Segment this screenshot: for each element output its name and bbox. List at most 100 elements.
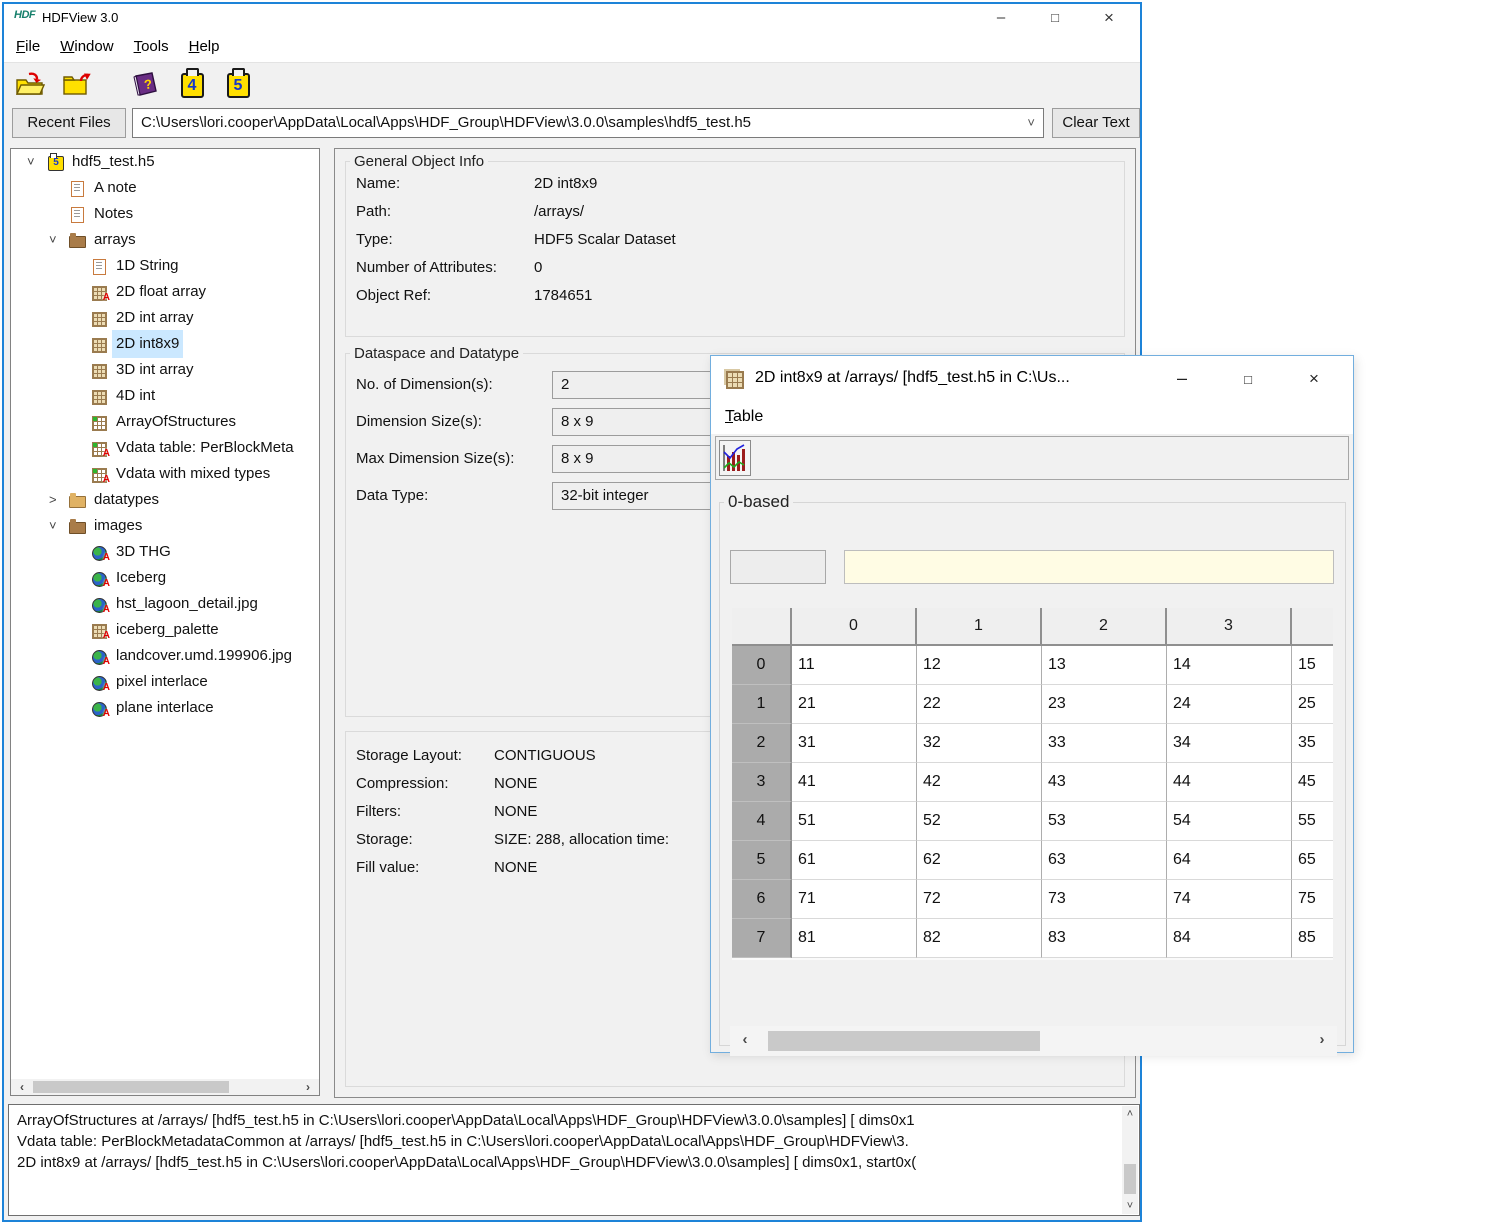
open-file-icon[interactable] bbox=[14, 68, 46, 100]
scroll-right-icon[interactable] bbox=[299, 1079, 317, 1095]
table-window-titlebar[interactable]: 2D int8x9 at /arrays/ [hdf5_test.h5 in C… bbox=[711, 356, 1353, 400]
table-cell[interactable]: 53 bbox=[1042, 802, 1167, 841]
minimize-icon[interactable] bbox=[974, 4, 1028, 32]
table-cell[interactable]: 72 bbox=[917, 880, 1042, 919]
menu-file[interactable]: File bbox=[16, 32, 40, 62]
table-cell[interactable]: 73 bbox=[1042, 880, 1167, 919]
table-cell[interactable]: 15 bbox=[1292, 646, 1333, 685]
cell-editor-field[interactable] bbox=[844, 550, 1334, 584]
table-cell[interactable]: 35 bbox=[1292, 724, 1333, 763]
scroll-thumb[interactable] bbox=[768, 1031, 1040, 1051]
hdf5-icon[interactable]: 5 bbox=[222, 68, 254, 100]
tree-item[interactable]: 3D THG bbox=[11, 539, 319, 565]
tree-item[interactable]: arrays bbox=[11, 227, 319, 253]
column-header[interactable]: 0 bbox=[792, 608, 917, 644]
tree-item[interactable]: Notes bbox=[11, 201, 319, 227]
table-cell[interactable]: 23 bbox=[1042, 685, 1167, 724]
tree-item[interactable]: Iceberg bbox=[11, 565, 319, 591]
table-cell[interactable]: 44 bbox=[1167, 763, 1292, 802]
row-header[interactable]: 7 bbox=[732, 919, 792, 958]
tree-item[interactable]: Vdata table: PerBlockMeta bbox=[11, 435, 319, 461]
table-cell[interactable]: 22 bbox=[917, 685, 1042, 724]
maximize-icon[interactable] bbox=[1215, 356, 1281, 400]
table-cell[interactable]: 64 bbox=[1167, 841, 1292, 880]
close-file-icon[interactable] bbox=[60, 68, 92, 100]
tree-item[interactable]: landcover.umd.199906.jpg bbox=[11, 643, 319, 669]
table-cell[interactable]: 65 bbox=[1292, 841, 1333, 880]
table-cell[interactable]: 62 bbox=[917, 841, 1042, 880]
table-cell[interactable]: 21 bbox=[792, 685, 917, 724]
tree-item[interactable]: A note bbox=[11, 175, 319, 201]
row-header[interactable]: 6 bbox=[732, 880, 792, 919]
table-cell[interactable]: 42 bbox=[917, 763, 1042, 802]
row-header[interactable]: 4 bbox=[732, 802, 792, 841]
tree-chevron-icon[interactable] bbox=[27, 149, 47, 175]
scroll-down-icon[interactable] bbox=[1122, 1199, 1138, 1213]
table-cell[interactable]: 14 bbox=[1167, 646, 1292, 685]
combo-dropdown-icon[interactable] bbox=[1027, 109, 1035, 137]
table-cell[interactable]: 33 bbox=[1042, 724, 1167, 763]
row-header[interactable]: 3 bbox=[732, 763, 792, 802]
main-titlebar[interactable]: HDF HDFView 3.0 bbox=[4, 4, 1140, 32]
scroll-up-icon[interactable] bbox=[1122, 1107, 1138, 1121]
row-header[interactable]: 1 bbox=[732, 685, 792, 724]
table-cell[interactable]: 32 bbox=[917, 724, 1042, 763]
tree-item[interactable]: 3D int array bbox=[11, 357, 319, 383]
scroll-left-icon[interactable] bbox=[736, 1032, 754, 1048]
table-horizontal-scrollbar[interactable] bbox=[730, 1026, 1337, 1056]
table-cell[interactable]: 54 bbox=[1167, 802, 1292, 841]
tree-item[interactable]: ArrayOfStructures bbox=[11, 409, 319, 435]
file-path-combobox[interactable]: C:\Users\lori.cooper\AppData\Local\Apps\… bbox=[132, 108, 1044, 138]
tree-item[interactable]: 4D int bbox=[11, 383, 319, 409]
row-header[interactable]: 2 bbox=[732, 724, 792, 763]
tree-item[interactable]: plane interlace bbox=[11, 695, 319, 721]
tree-horizontal-scrollbar[interactable] bbox=[11, 1079, 319, 1095]
tree-item[interactable]: 2D int8x9 bbox=[11, 331, 319, 357]
table-cell[interactable]: 43 bbox=[1042, 763, 1167, 802]
column-header[interactable]: 2 bbox=[1042, 608, 1167, 644]
hdf4-icon[interactable]: 4 bbox=[176, 68, 208, 100]
column-header[interactable]: 4 bbox=[1292, 608, 1333, 644]
clear-text-button[interactable]: Clear Text bbox=[1052, 108, 1140, 138]
recent-files-button[interactable]: Recent Files bbox=[12, 108, 126, 138]
close-icon[interactable] bbox=[1082, 4, 1136, 32]
help-book-icon[interactable]: ? bbox=[130, 68, 162, 100]
column-header[interactable]: 1 bbox=[917, 608, 1042, 644]
column-header[interactable]: 3 bbox=[1167, 608, 1292, 644]
tree-item[interactable]: datatypes bbox=[11, 487, 319, 513]
tree-item[interactable]: hst_lagoon_detail.jpg bbox=[11, 591, 319, 617]
tree-item[interactable]: images bbox=[11, 513, 319, 539]
tree-item[interactable]: pixel interlace bbox=[11, 669, 319, 695]
table-corner-cell[interactable] bbox=[732, 608, 792, 644]
chart-button[interactable] bbox=[719, 440, 751, 476]
table-cell[interactable]: 83 bbox=[1042, 919, 1167, 958]
tree-item[interactable]: iceberg_palette bbox=[11, 617, 319, 643]
menu-tools[interactable]: Tools bbox=[134, 32, 169, 62]
table-cell[interactable]: 31 bbox=[792, 724, 917, 763]
cell-reference-field[interactable] bbox=[730, 550, 826, 584]
tree-chevron-icon[interactable] bbox=[49, 227, 69, 253]
table-cell[interactable]: 51 bbox=[792, 802, 917, 841]
scroll-thumb[interactable] bbox=[33, 1081, 229, 1093]
table-cell[interactable]: 45 bbox=[1292, 763, 1333, 802]
scroll-right-icon[interactable] bbox=[1313, 1032, 1331, 1048]
table-cell[interactable]: 81 bbox=[792, 919, 917, 958]
menu-window[interactable]: Window bbox=[60, 32, 113, 62]
table-cell[interactable]: 85 bbox=[1292, 919, 1333, 958]
table-cell[interactable]: 61 bbox=[792, 841, 917, 880]
table-cell[interactable]: 74 bbox=[1167, 880, 1292, 919]
table-cell[interactable]: 55 bbox=[1292, 802, 1333, 841]
scroll-left-icon[interactable] bbox=[13, 1079, 31, 1095]
close-icon[interactable] bbox=[1281, 356, 1347, 400]
row-header[interactable]: 5 bbox=[732, 841, 792, 880]
table-cell[interactable]: 41 bbox=[792, 763, 917, 802]
menu-table[interactable]: Table bbox=[725, 400, 763, 434]
table-cell[interactable]: 25 bbox=[1292, 685, 1333, 724]
table-cell[interactable]: 11 bbox=[792, 646, 917, 685]
table-cell[interactable]: 75 bbox=[1292, 880, 1333, 919]
table-cell[interactable]: 82 bbox=[917, 919, 1042, 958]
tree-item[interactable]: hdf5_test.h5 bbox=[11, 149, 319, 175]
tree-item[interactable]: Vdata with mixed types bbox=[11, 461, 319, 487]
tree-chevron-icon[interactable] bbox=[49, 513, 69, 539]
tree-item[interactable]: 2D int array bbox=[11, 305, 319, 331]
